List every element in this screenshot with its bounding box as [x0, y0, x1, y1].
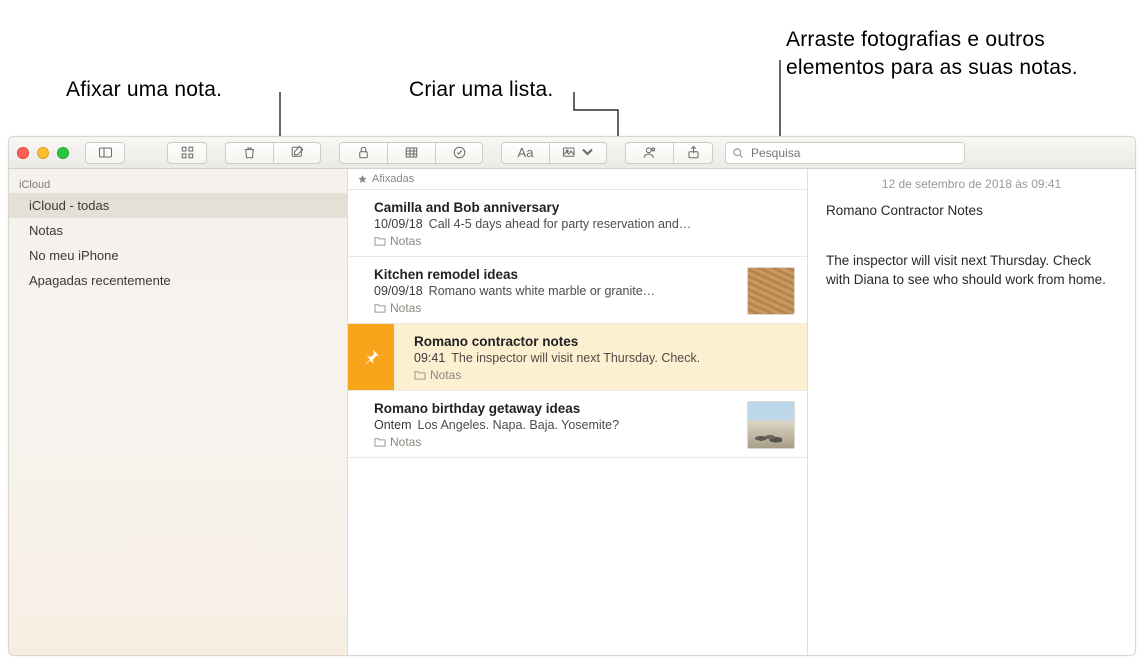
note-date: 09:41: [414, 351, 445, 365]
pinned-label: Afixadas: [372, 173, 414, 185]
delete-button[interactable]: [225, 142, 273, 164]
sidebar-section-header: iCloud: [9, 175, 347, 193]
toggle-sidebar-button[interactable]: [85, 142, 125, 164]
callout-pin: Afixar uma nota.: [66, 78, 222, 102]
folder-icon: [414, 370, 426, 380]
search-field[interactable]: [725, 142, 965, 164]
media-button[interactable]: [549, 142, 607, 164]
grid-view-button[interactable]: [167, 142, 207, 164]
note-row[interactable]: Kitchen remodel ideas 09/09/18 Romano wan…: [348, 257, 807, 324]
callout-drag: Arraste fotografias e outros elementos p…: [786, 26, 1126, 83]
sidebar-item-notes[interactable]: Notas: [9, 218, 347, 243]
note-date: Ontem: [374, 418, 412, 432]
note-thumbnail: [747, 401, 795, 449]
callout-list: Criar uma lista.: [409, 78, 553, 102]
note-folder: Notas: [430, 368, 461, 382]
sidebar-item-iphone[interactable]: No meu iPhone: [9, 243, 347, 268]
note-date: 10/09/18: [374, 217, 423, 231]
note-preview: Romano wants white marble or granite…: [429, 284, 656, 298]
detail-body[interactable]: The inspector will visit next Thursday. …: [826, 252, 1117, 290]
detail-timestamp: 12 de setembro de 2018 às 09:41: [826, 177, 1117, 191]
maximize-icon[interactable]: [57, 147, 69, 159]
note-folder: Notas: [390, 301, 421, 315]
note-row[interactable]: Camilla and Bob anniversary 10/09/18 Call…: [348, 190, 807, 257]
note-list: Afixadas Camilla and Bob anniversary 10/…: [348, 169, 808, 655]
share-button[interactable]: [673, 142, 713, 164]
note-title: Kitchen remodel ideas: [374, 267, 737, 282]
format-button[interactable]: Aa: [501, 142, 549, 164]
add-people-button[interactable]: [625, 142, 673, 164]
note-date: 09/09/18: [374, 284, 423, 298]
detail-title[interactable]: Romano Contractor Notes: [826, 203, 1117, 218]
pinned-header: Afixadas: [348, 169, 807, 190]
folder-icon: [374, 437, 386, 447]
minimize-icon[interactable]: [37, 147, 49, 159]
sidebar-item-deleted[interactable]: Apagadas recentemente: [9, 268, 347, 293]
sidebar-item-icloud-all[interactable]: iCloud - todas: [9, 193, 347, 218]
note-preview: Los Angeles. Napa. Baja. Yosemite?: [418, 418, 620, 432]
folder-icon: [374, 236, 386, 246]
close-icon[interactable]: [17, 147, 29, 159]
note-row[interactable]: Romano birthday getaway ideas Ontem Los A…: [348, 391, 807, 458]
checklist-button[interactable]: [435, 142, 483, 164]
pin-icon: [361, 347, 381, 367]
note-folder: Notas: [390, 435, 421, 449]
note-thumbnail: [747, 267, 795, 315]
pin-gutter[interactable]: [348, 324, 394, 390]
folder-icon: [374, 303, 386, 313]
traffic-lights: [17, 147, 69, 159]
search-input[interactable]: [749, 145, 958, 161]
sidebar: iCloud iCloud - todas Notas No meu iPhon…: [9, 169, 348, 655]
note-row-selected[interactable]: Romano contractor notes 09:41 The inspect…: [348, 324, 807, 391]
table-button[interactable]: [387, 142, 435, 164]
note-preview: Call 4-5 days ahead for party reservatio…: [429, 217, 692, 231]
compose-button[interactable]: [273, 142, 321, 164]
note-folder: Notas: [390, 234, 421, 248]
search-icon: [732, 147, 744, 159]
note-title: Romano contractor notes: [414, 334, 795, 349]
note-title: Romano birthday getaway ideas: [374, 401, 737, 416]
lock-button[interactable]: [339, 142, 387, 164]
note-preview: The inspector will visit next Thursday. …: [451, 351, 700, 365]
note-title: Camilla and Bob anniversary: [374, 200, 795, 215]
notes-window: Aa iCloud iCloud - todas Notas: [8, 136, 1136, 656]
note-detail: 12 de setembro de 2018 às 09:41 Romano C…: [808, 169, 1135, 655]
titlebar: Aa: [9, 137, 1135, 169]
